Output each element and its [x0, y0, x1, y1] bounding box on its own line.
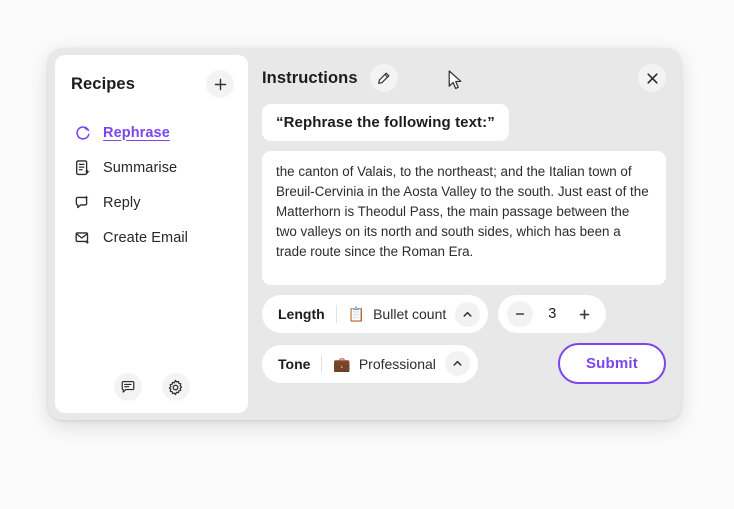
instruction-chip[interactable]: “Rephrase the following text:” — [262, 104, 509, 141]
gear-icon — [167, 379, 184, 396]
add-recipe-button[interactable] — [206, 70, 234, 98]
length-label: Length — [278, 306, 325, 322]
sidebar-item-label: Create Email — [103, 230, 188, 246]
chat-bubble-sparkle-icon — [73, 193, 92, 212]
divider — [336, 305, 337, 323]
sidebar-header: Recipes — [55, 69, 248, 99]
sidebar-item-rephrase[interactable]: Rephrase — [55, 117, 248, 148]
close-icon — [645, 71, 660, 86]
sidebar-item-reply[interactable]: Reply — [55, 187, 248, 218]
increment-button[interactable] — [571, 301, 597, 327]
feedback-button[interactable] — [114, 373, 142, 401]
sidebar-title: Recipes — [71, 75, 135, 94]
submit-button[interactable]: Submit — [558, 343, 666, 384]
plus-icon — [578, 308, 591, 321]
bullet-count-value: 3 — [537, 306, 567, 322]
bottom-row: Tone 💼 Professional Submit — [262, 343, 666, 384]
source-text-area[interactable]: the canton of Valais, to the northeast; … — [262, 151, 666, 285]
page-title: Instructions — [262, 69, 358, 88]
bullet-count-stepper[interactable]: 3 — [498, 295, 606, 333]
minus-icon — [514, 308, 526, 320]
chevron-up-icon[interactable] — [455, 302, 480, 327]
close-dialog-button[interactable] — [638, 64, 666, 92]
document-sparkle-icon — [73, 158, 92, 177]
controls-row: Length 📋 Bullet count 3 — [262, 295, 666, 333]
recipes-dialog: Recipes Rephrase — [48, 48, 681, 420]
plus-icon — [213, 77, 228, 92]
sidebar-item-summarise[interactable]: Summarise — [55, 152, 248, 183]
envelope-sparkle-icon — [73, 228, 92, 247]
settings-button[interactable] — [162, 373, 190, 401]
sidebar-item-label: Rephrase — [103, 125, 170, 141]
tone-dropdown[interactable]: Tone 💼 Professional — [262, 345, 478, 383]
length-dropdown[interactable]: Length 📋 Bullet count — [262, 295, 488, 333]
sidebar-item-label: Reply — [103, 195, 141, 211]
decrement-button[interactable] — [507, 301, 533, 327]
sidebar: Recipes Rephrase — [55, 55, 248, 413]
magic-refresh-icon — [73, 123, 92, 142]
feedback-icon — [120, 379, 136, 395]
chevron-up-icon[interactable] — [445, 351, 470, 376]
main-header: Instructions — [262, 64, 666, 92]
tone-label: Tone — [278, 356, 310, 372]
tone-value: Professional — [359, 356, 436, 372]
length-value: Bullet count — [373, 306, 446, 322]
edit-instructions-button[interactable] — [370, 64, 398, 92]
recipe-list: Rephrase Summarise — [55, 117, 248, 253]
briefcase-icon: 💼 — [333, 357, 350, 371]
clipboard-icon: 📋 — [348, 307, 365, 321]
sidebar-item-create-email[interactable]: Create Email — [55, 222, 248, 253]
sidebar-footer — [55, 373, 248, 401]
main-panel: Instructions “Rephrase the following tex… — [248, 48, 681, 420]
divider — [321, 355, 322, 373]
sidebar-item-label: Summarise — [103, 160, 177, 176]
pencil-icon — [376, 71, 391, 86]
